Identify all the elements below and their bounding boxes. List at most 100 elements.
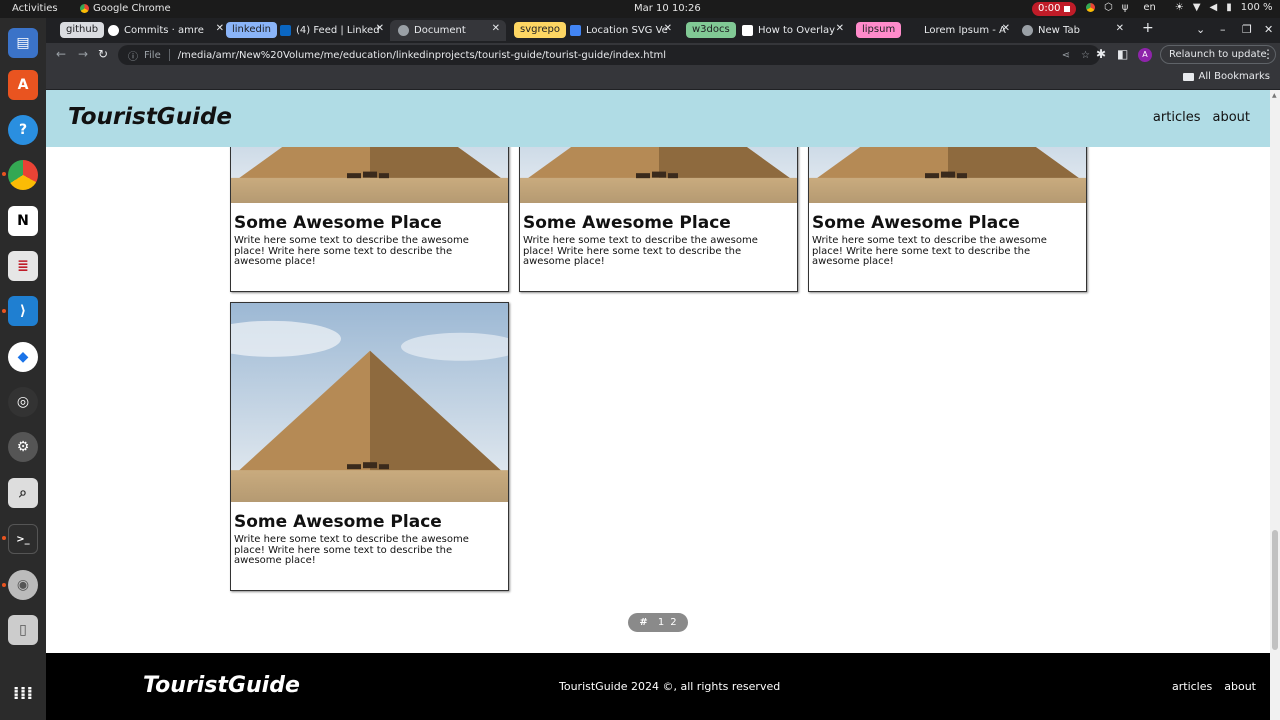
dropbox-icon: ⬡: [1104, 2, 1113, 13]
tab-new-tab[interactable]: New Tab ✕: [1022, 20, 1130, 41]
tab-search-icon[interactable]: ⌄: [1196, 23, 1205, 36]
tab-commits[interactable]: Commits · amre ✕: [108, 20, 226, 41]
tab-group-github[interactable]: github: [60, 22, 105, 38]
close-tab-icon[interactable]: ✕: [836, 23, 844, 34]
notion-icon[interactable]: N: [8, 206, 38, 236]
tab-group-linkedin[interactable]: linkedin: [226, 22, 277, 38]
network-tray-icon: ψ: [1121, 2, 1129, 13]
chrome-dock-icon[interactable]: [8, 160, 38, 190]
card-description: Write here some text to describe the awe…: [812, 235, 1047, 267]
chrome-icon: [80, 4, 89, 13]
folder-icon: [1182, 72, 1194, 81]
card-description: Write here some text to describe the awe…: [234, 235, 469, 267]
tab-lorem-ipsum[interactable]: Lorem Ipsum - A ✕: [908, 20, 1012, 41]
minimize-icon[interactable]: –: [1220, 23, 1226, 36]
tab-group-lipsum[interactable]: lipsum: [856, 22, 902, 38]
tab-title: Document: [414, 25, 466, 36]
menu-kebab-icon[interactable]: ⋮: [1262, 47, 1274, 61]
site-brand[interactable]: TouristGuide: [68, 104, 232, 130]
files-app-icon[interactable]: ▤: [8, 28, 38, 58]
clock[interactable]: Mar 10 10:26: [634, 3, 701, 14]
close-tab-icon[interactable]: ✕: [376, 23, 384, 34]
screen-recording-indicator[interactable]: 0:00: [1032, 2, 1077, 16]
battery-icon: ▮: [1226, 2, 1232, 13]
page-scrollbar[interactable]: ▲: [1270, 90, 1280, 720]
dock: ▤ A ? N ≣ ⟩ ◆ ◎ ⚙ ⌕ >_ ◉ ▯ ⁞⁞⁞: [0, 18, 46, 720]
footer-brand[interactable]: TouristGuide: [143, 673, 300, 698]
card-description: Write here some text to describe the awe…: [523, 235, 758, 267]
linkedin-icon: [280, 25, 291, 36]
show-apps-icon[interactable]: ⁞⁞⁞: [8, 678, 38, 708]
tab-how-to-overlay[interactable]: How to Overlay ✕: [742, 20, 846, 41]
maps-app-icon[interactable]: ◆: [8, 342, 38, 372]
all-bookmarks-button[interactable]: All Bookmarks: [1182, 71, 1270, 82]
tab-location-svg[interactable]: Location SVG Ve ✕: [570, 20, 674, 41]
page-viewport[interactable]: Some Awesome Place Write here some text …: [46, 90, 1280, 720]
screenshot-icon[interactable]: ⌕: [8, 478, 38, 508]
site-info-icon[interactable]: ⓘ: [128, 48, 138, 63]
footer-link-articles[interactable]: articles: [1172, 680, 1212, 693]
pagination: # 1 2: [628, 613, 688, 632]
activities-button[interactable]: Activities: [12, 3, 58, 14]
running-indicator: [2, 172, 6, 176]
wifi-icon: ▼: [1192, 2, 1201, 13]
app-center-icon[interactable]: A: [8, 70, 38, 100]
disks-icon[interactable]: ◉: [8, 570, 38, 600]
device-icon[interactable]: ▯: [8, 615, 38, 645]
brightness-icon: ☀: [1174, 2, 1184, 13]
music-player-icon[interactable]: ◎: [8, 387, 38, 417]
restore-icon[interactable]: ❐: [1242, 23, 1252, 36]
tab-title: New Tab: [1038, 25, 1080, 36]
globe-icon: [398, 25, 409, 36]
scroll-up-icon[interactable]: ▲: [1272, 92, 1277, 99]
site-footer: TouristGuide TouristGuide 2024 ©, all ri…: [46, 653, 1270, 720]
page-link-1[interactable]: 1: [658, 617, 664, 628]
close-tab-icon[interactable]: ✕: [1002, 23, 1010, 34]
reload-icon[interactable]: ↻: [98, 47, 108, 61]
scrollbar-thumb[interactable]: [1272, 530, 1278, 650]
close-tab-icon[interactable]: ✕: [492, 23, 500, 34]
system-tray[interactable]: ⬡ ψ en ☀ ▼ ◀ ▮ 100 %: [1086, 2, 1273, 13]
tab-group-svgrepo[interactable]: svgrepo: [514, 22, 566, 38]
side-panel-icon[interactable]: ◧: [1117, 47, 1128, 61]
new-tab-icon[interactable]: +: [1142, 20, 1154, 36]
nav-link-articles[interactable]: articles: [1153, 110, 1201, 125]
address-bar[interactable]: ⓘ File /media/amr/New%20Volume/me/educat…: [118, 45, 1100, 65]
pagination-hash[interactable]: #: [639, 617, 647, 628]
footer-copyright: TouristGuide 2024 ©, all rights reserved: [559, 680, 781, 693]
document-viewer-icon[interactable]: ≣: [8, 251, 38, 281]
vscode-icon[interactable]: ⟩: [8, 296, 38, 326]
card-image: [231, 303, 508, 502]
bookmark-star-icon[interactable]: ☆: [1081, 50, 1090, 61]
tab-strip: github Commits · amre ✕ linkedin (4) Fee…: [46, 18, 1280, 43]
card-title: Some Awesome Place: [234, 213, 442, 233]
tab-title: (4) Feed | Linked: [296, 25, 380, 36]
settings-icon[interactable]: ⚙: [8, 432, 38, 462]
card-title: Some Awesome Place: [234, 512, 442, 532]
card-title: Some Awesome Place: [523, 213, 731, 233]
page-link-2[interactable]: 2: [670, 617, 676, 628]
footer-link-about[interactable]: about: [1224, 680, 1256, 693]
profile-avatar[interactable]: A: [1138, 48, 1152, 62]
app-name: Google Chrome: [93, 3, 171, 14]
tab-linkedin-feed[interactable]: (4) Feed | Linked ✕: [280, 20, 386, 41]
close-tab-icon[interactable]: ✕: [664, 23, 672, 34]
svgrepo-icon: [570, 25, 581, 36]
close-window-icon[interactable]: ✕: [1264, 23, 1273, 36]
forward-icon[interactable]: →: [78, 47, 88, 61]
share-icon[interactable]: ⋖: [1062, 50, 1070, 61]
tab-title: Location SVG Ve: [586, 25, 668, 36]
tab-document[interactable]: Document ✕: [390, 20, 506, 41]
app-menu[interactable]: Google Chrome: [80, 3, 171, 14]
terminal-icon[interactable]: >_: [8, 524, 38, 554]
nav-link-about[interactable]: about: [1212, 110, 1250, 125]
back-icon[interactable]: ←: [56, 47, 66, 61]
all-bookmarks-label: All Bookmarks: [1198, 71, 1270, 82]
place-card[interactable]: Some Awesome Place Write here some text …: [230, 302, 509, 591]
tab-group-w3docs[interactable]: w3docs: [686, 22, 736, 38]
close-tab-icon[interactable]: ✕: [216, 23, 224, 34]
relaunch-button[interactable]: Relaunch to update: [1160, 45, 1276, 64]
close-tab-icon[interactable]: ✕: [1116, 23, 1124, 34]
extensions-icon[interactable]: ✱: [1096, 47, 1106, 61]
help-icon[interactable]: ?: [8, 115, 38, 145]
